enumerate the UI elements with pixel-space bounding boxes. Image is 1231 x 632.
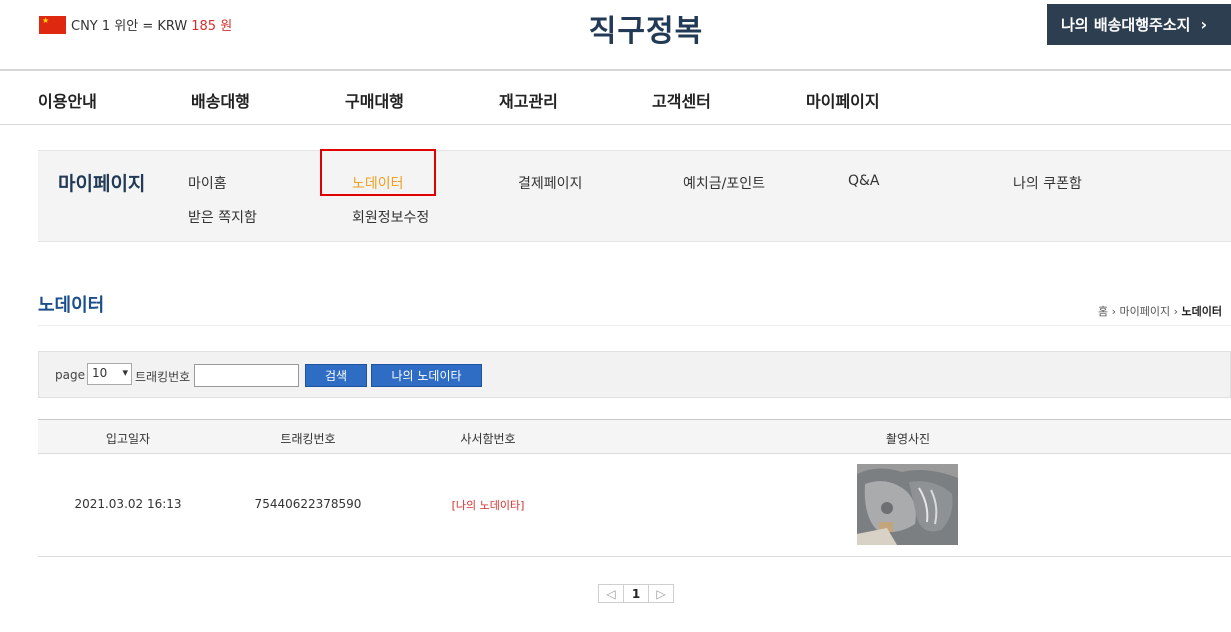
- nav-shipping[interactable]: 배송대행: [191, 88, 250, 112]
- page-title: 노데이터: [38, 295, 105, 316]
- table-row: 2021.03.02 16:13 75440622378590 [나의 노데이타…: [38, 454, 1231, 557]
- sub-item-messages[interactable]: 받은 쪽지함: [188, 207, 257, 227]
- breadcrumb-home[interactable]: 홈: [1098, 305, 1108, 318]
- sub-nav-title: 마이페이지: [58, 173, 146, 195]
- breadcrumb-mypage[interactable]: 마이페이지: [1120, 305, 1171, 318]
- prev-page-button[interactable]: ◁: [598, 584, 624, 603]
- sub-item-qna[interactable]: Q&A: [848, 173, 880, 189]
- active-item-highlight: [320, 149, 436, 196]
- sub-item-payment[interactable]: 결제페이지: [518, 173, 582, 193]
- nav-purchase[interactable]: 구매대행: [345, 88, 404, 112]
- row-date: 2021.03.02 16:13: [74, 497, 182, 511]
- sub-item-myhome[interactable]: 마이홈: [188, 173, 227, 193]
- title-divider: [38, 325, 1231, 326]
- sub-item-coupons[interactable]: 나의 쿠폰함: [1013, 173, 1082, 193]
- clothing-photo-thumbnail[interactable]: [857, 464, 958, 545]
- breadcrumb: 홈 › 마이페이지 › 노데이터: [1098, 303, 1222, 319]
- sub-item-profile[interactable]: 회원정보수정: [352, 207, 429, 227]
- my-address-button[interactable]: 나의 배송대행주소지 ›: [1047, 4, 1231, 45]
- chevron-right-icon: ›: [1173, 305, 1182, 318]
- table-header: 입고일자 트래킹번호 사서함번호 촬영사진: [38, 419, 1231, 454]
- page-size-select[interactable]: 10 ▾: [87, 363, 132, 385]
- page-1-button[interactable]: 1: [623, 584, 649, 603]
- nav-mypage[interactable]: 마이페이지: [806, 88, 880, 112]
- row-tracking: 75440622378590: [254, 497, 362, 511]
- chevron-down-icon: ▾: [122, 366, 128, 379]
- my-address-label: 나의 배송대행주소지: [1061, 16, 1191, 34]
- row-mailbox-link[interactable]: [나의 노데이타]: [452, 497, 525, 513]
- nav-guide[interactable]: 이용안내: [38, 88, 97, 112]
- col-photo: 촬영사진: [885, 432, 931, 446]
- chevron-right-icon: ›: [1111, 305, 1120, 318]
- search-button[interactable]: 검색: [305, 364, 367, 387]
- next-page-button[interactable]: ▷: [648, 584, 674, 603]
- page-size-label: page: [55, 368, 85, 382]
- breadcrumb-current: 노데이터: [1181, 305, 1223, 318]
- nav-inventory[interactable]: 재고관리: [499, 88, 558, 112]
- search-bar: page 10 ▾ 트래킹번호 검색 나의 노데이타: [38, 351, 1231, 398]
- my-nodata-button[interactable]: 나의 노데이타: [371, 364, 482, 387]
- clothing-photo-image: [857, 464, 958, 545]
- col-date: 입고일자: [105, 432, 151, 446]
- sub-item-deposit[interactable]: 예치금/포인트: [683, 173, 765, 193]
- nav-support[interactable]: 고객센터: [652, 88, 711, 112]
- sub-nav: 마이페이지 마이홈 노데이터 결제페이지 예치금/포인트 Q&A 나의 쿠폰함 …: [38, 150, 1231, 242]
- page-size-value: 10: [92, 366, 108, 380]
- main-nav: 이용안내 배송대행 구매대행 재고관리 고객센터 마이페이지: [0, 71, 1231, 125]
- pagination: ◁ 1 ▷: [598, 584, 674, 603]
- chevron-right-icon: ›: [1200, 15, 1208, 34]
- top-header: ★ CNY 1 위안 = KRW 185 원 직구정복 나의 배송대행주소지 ›: [0, 0, 1231, 70]
- col-tracking: 트래킹번호: [280, 432, 336, 446]
- tracking-label: 트래킹번호: [135, 370, 191, 384]
- col-mailbox: 사서함번호: [460, 432, 516, 446]
- tracking-input[interactable]: [194, 364, 299, 387]
